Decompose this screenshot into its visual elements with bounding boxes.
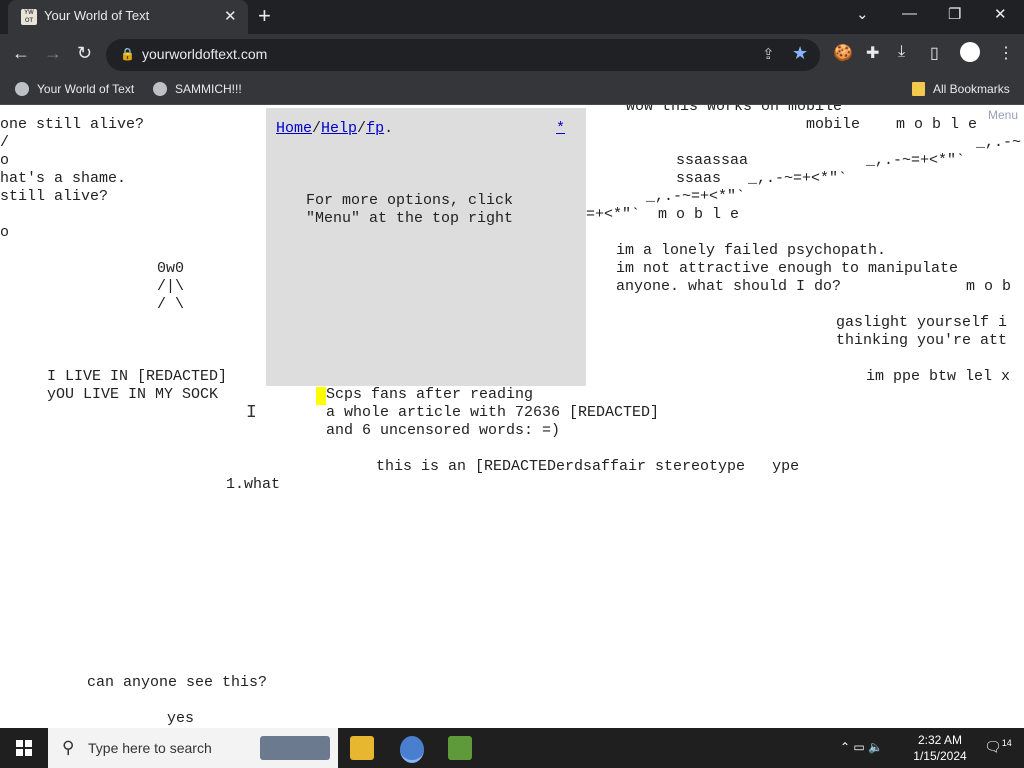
browser-tab[interactable]: YW OT Your World of Text ✕ [8,0,248,34]
text-line: a whole article with 72636 [REDACTED] [326,404,660,421]
text-line: 0w0 [157,260,185,277]
text-line: ssaas _,.-~=+<*"` [676,170,848,187]
forward-icon[interactable]: → [44,43,62,64]
star-link[interactable]: * [556,120,565,137]
reload-icon[interactable]: ↻ [77,43,92,64]
text-line: / \ [157,296,185,313]
popup-links: Home/Help/fp. [276,120,393,137]
side-panel-icon[interactable]: ▯ [930,43,939,63]
all-bookmarks-button[interactable]: All Bookmarks [912,82,1010,96]
windows-logo-icon [25,749,32,756]
separator: / [312,120,322,137]
fp-link[interactable]: fp [366,120,384,137]
bookmark-star-icon[interactable]: ★ [792,43,808,64]
popup-message: For more options, click "Menu" at the to… [306,192,514,227]
search-highlight-icon[interactable] [260,736,330,760]
favicon-icon: YW OT [21,9,37,25]
help-link[interactable]: Help [321,120,357,137]
cookie-extension-icon[interactable]: 🍪 [833,43,853,63]
text-line: / [0,134,10,151]
text-line: yes [167,710,195,727]
period: . [384,120,394,137]
back-icon[interactable]: ← [12,43,30,64]
folder-icon [912,82,925,96]
browser-toolbar: ← → ↻ 🔒 yourworldoftext.com ⇪ ★ 🍪 ✚ ⤓ ▯ … [0,34,1024,76]
text-line: I LIVE IN [REDACTED] [47,368,228,385]
text-line: this is an [REDACTEDerdsaffair stereotyp… [376,458,800,475]
ibeam-cursor-icon: I [246,403,257,423]
lock-icon[interactable]: 🔒 [120,47,135,61]
text-line: =+<*"` m o b l e [586,206,740,223]
text-cursor [316,387,326,405]
profile-avatar-icon[interactable] [960,42,980,62]
bookmark-item[interactable]: Your World of Text [15,82,134,96]
text-line: m o b [966,278,1012,295]
text-line: 1.what [226,476,281,493]
download-icon[interactable]: ⤓ [898,43,905,61]
text-line: mobile m o b l e [806,116,978,133]
notification-count: 14 [1001,738,1012,748]
text-line: _,.-~=+<*"` [646,188,746,205]
separator: / [357,120,367,137]
windows-logo-icon [16,740,23,747]
restore-button[interactable]: ❐ [948,5,961,23]
windows-logo-icon [16,749,23,756]
tab-title: Your World of Text [44,8,150,23]
kebab-menu-icon[interactable]: ⋮ [998,43,1014,63]
text-line: wow this works on mobile [626,105,843,115]
start-button[interactable] [16,740,32,756]
bookmarks-bar: Your World of Text SAMMICH!!! All Bookma… [0,76,1024,105]
text-line: im a lonely failed psychopath. [616,242,887,259]
text-line: gaslight yourself i [836,314,1008,331]
text-line: hat's a shame. [0,170,127,187]
tab-strip: YW OT Your World of Text ✕ + ⌄ — ❐ ✕ [0,0,1024,34]
file-explorer-icon[interactable] [350,736,374,760]
clock-date: 1/15/2024 [913,749,967,763]
windows-logo-icon [25,740,32,747]
info-popup: Home/Help/fp. * For more options, click … [266,108,586,386]
text-line: o [0,224,10,241]
close-window-button[interactable]: ✕ [994,5,1007,23]
text-line: Scps fans after reading [326,386,534,403]
globe-icon [153,82,167,96]
notification-icon[interactable]: 🗨14 [984,738,1012,756]
clock-time: 2:32 AM [917,733,963,747]
home-link[interactable]: Home [276,120,312,137]
system-tray[interactable]: ⌃ ▭ 🔈 [840,740,883,754]
text-line: anyone. what should I do? [616,278,842,295]
tab-search-chevron-icon[interactable]: ⌄ [856,5,869,23]
text-line: and 6 uncensored words: =) [326,422,561,439]
text-line: _,.-~ [976,134,1022,151]
url-text[interactable]: yourworldoftext.com [142,46,267,62]
taskbar-clock[interactable]: 2:32 AM 1/15/2024 [905,732,975,764]
text-line: yOU LIVE IN MY SOCK [47,386,219,403]
text-line: one still alive? [0,116,145,133]
close-tab-icon[interactable]: ✕ [224,7,237,25]
bookmark-item[interactable]: SAMMICH!!! [153,82,242,96]
minecraft-icon[interactable] [448,736,472,760]
text-line: ssaassaa [676,152,749,169]
search-icon: ⚲ [62,738,75,757]
text-line: im ppe btw lel x [866,368,1011,385]
text-line: still alive? [0,188,109,205]
new-tab-button[interactable]: + [258,3,271,29]
text-line: _,.-~=+<*"` [866,152,966,169]
world-canvas[interactable]: Menu one still alive? / o hat's a shame.… [0,105,1024,728]
share-icon[interactable]: ⇪ [762,45,775,63]
search-placeholder: Type here to search [88,740,212,756]
extensions-icon[interactable]: ✚ [866,43,879,63]
globe-icon [15,82,29,96]
text-line: can anyone see this? [87,674,268,691]
address-bar[interactable]: 🔒 yourworldoftext.com ⇪ ★ [106,39,820,71]
text-line: thinking you're att [836,332,1008,349]
text-line: im not attractive enough to manipulate [616,260,959,277]
minimize-button[interactable]: — [902,5,917,22]
text-line: /|\ [157,278,185,295]
windows-taskbar: ⚲ Type here to search ⌃ ▭ 🔈 2:32 AM 1/15… [0,728,1024,768]
chrome-icon[interactable] [400,736,424,763]
menu-button[interactable]: Menu [988,108,1018,122]
text-line: o [0,152,10,169]
